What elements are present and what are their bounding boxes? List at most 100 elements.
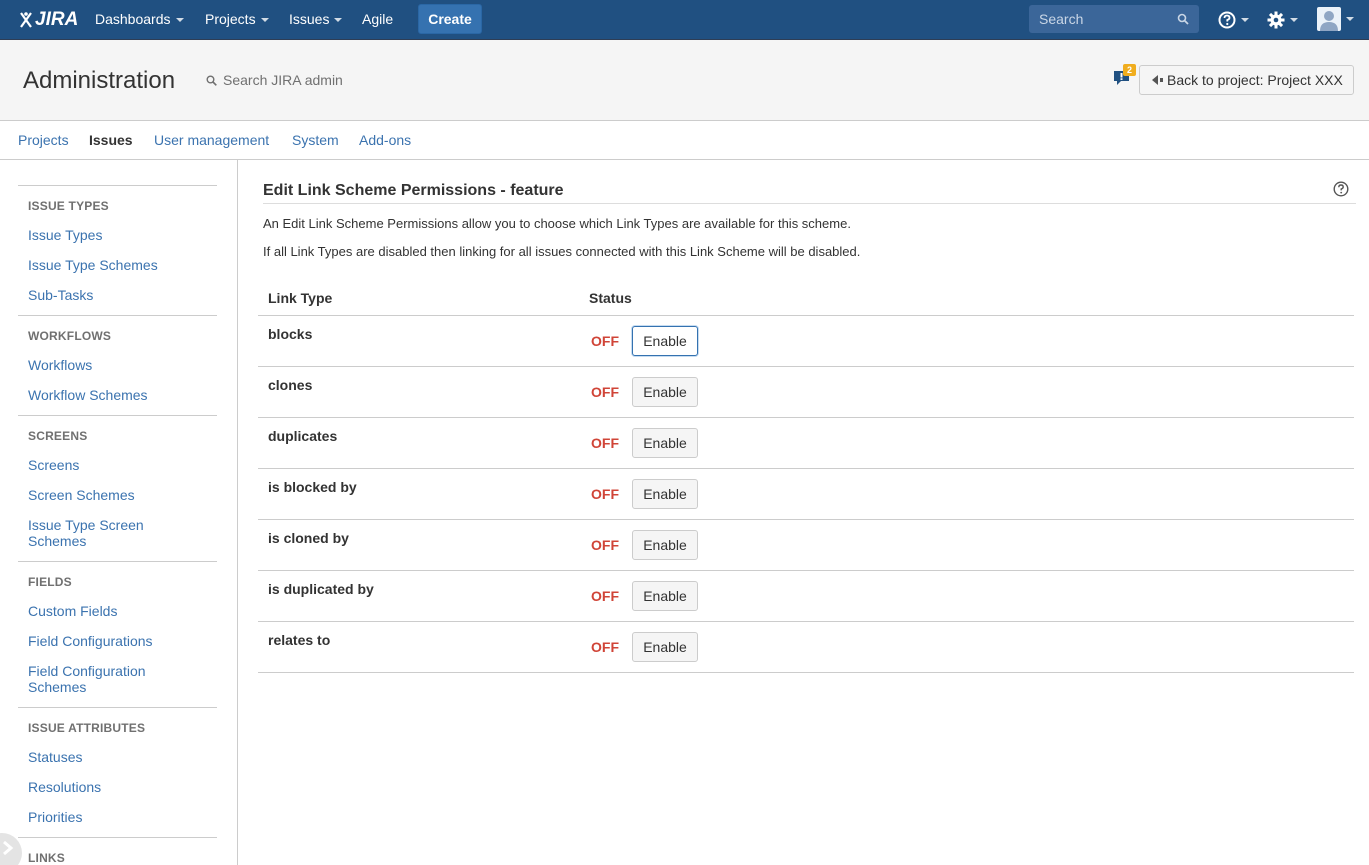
column-header-link-type: Link Type <box>268 290 333 306</box>
arrow-left-tail <box>1160 78 1163 82</box>
admin-menu[interactable] <box>1267 9 1298 31</box>
admin-header: Administration Search JIRA admin 2 Back … <box>0 40 1369 121</box>
sidebar-item-custom-fields[interactable]: Custom Fields <box>28 603 208 619</box>
table-row: relates to OFF Enable <box>258 621 1354 672</box>
top-navigation-bar: JIRA Dashboards Projects Issues Agile Cr… <box>0 0 1369 40</box>
sidebar-item-screens[interactable]: Screens <box>28 457 208 473</box>
section-title-links: LINKS <box>28 851 65 865</box>
admin-tabs: Projects Issues User management System A… <box>0 121 1369 160</box>
quick-search <box>1029 5 1199 33</box>
nav-dashboards[interactable]: Dashboards <box>95 0 184 40</box>
enable-button[interactable]: Enable <box>632 581 698 611</box>
sidebar-item-issue-types[interactable]: Issue Types <box>28 227 208 243</box>
sidebar-item-workflows[interactable]: Workflows <box>28 357 208 373</box>
gear-icon <box>1267 11 1285 29</box>
description-text-2: If all Link Types are disabled then link… <box>263 244 861 259</box>
chevron-right-icon <box>3 841 14 855</box>
create-button[interactable]: Create <box>418 4 482 34</box>
enable-button[interactable]: Enable <box>632 377 698 407</box>
arrow-left-icon <box>1152 75 1158 85</box>
status-badge: OFF <box>591 333 619 349</box>
sidebar-item-screen-schemes[interactable]: Screen Schemes <box>28 487 208 503</box>
nav-projects[interactable]: Projects <box>205 0 269 40</box>
chevron-down-icon <box>1290 18 1298 22</box>
status-badge: OFF <box>591 486 619 502</box>
nav-agile[interactable]: Agile <box>362 0 393 40</box>
sidebar-item-issue-type-screen-schemes[interactable]: Issue Type Screen Schemes <box>28 517 168 549</box>
link-type-name: blocks <box>268 326 313 342</box>
section-divider <box>18 415 217 416</box>
link-type-name: is blocked by <box>268 479 357 495</box>
link-type-name: is duplicated by <box>268 581 374 597</box>
admin-sidebar: ISSUE TYPES Issue Types Issue Type Schem… <box>0 160 238 865</box>
tab-add-ons[interactable]: Add-ons <box>359 132 411 148</box>
tab-system[interactable]: System <box>292 132 339 148</box>
nav-projects-label: Projects <box>205 11 256 27</box>
heading-divider <box>263 203 1356 204</box>
table-row: duplicates OFF Enable <box>258 417 1354 468</box>
section-heading: Edit Link Scheme Permissions - feature <box>263 182 564 199</box>
notifications-button[interactable]: 2 <box>1113 64 1137 88</box>
section-divider <box>18 837 217 838</box>
back-to-project-label: Back to project: Project XXX <box>1167 72 1343 88</box>
logo-text: JIRA <box>35 9 79 30</box>
nav-dashboards-label: Dashboards <box>95 11 171 27</box>
table-row: clones OFF Enable <box>258 366 1354 417</box>
notification-count-badge: 2 <box>1123 64 1136 76</box>
status-badge: OFF <box>591 384 619 400</box>
nav-issues-label: Issues <box>289 11 330 27</box>
section-divider <box>18 185 217 186</box>
table-row: is cloned by OFF Enable <box>258 519 1354 570</box>
nav-agile-label: Agile <box>362 11 394 27</box>
search-icon[interactable] <box>1177 13 1189 25</box>
status-badge: OFF <box>591 537 619 553</box>
jira-logo[interactable]: JIRA <box>18 8 78 32</box>
table-row: blocks OFF Enable <box>258 315 1354 366</box>
user-menu[interactable] <box>1317 6 1354 32</box>
avatar <box>1317 7 1341 31</box>
column-header-status: Status <box>589 290 632 306</box>
table-row: is duplicated by OFF Enable <box>258 570 1354 621</box>
table-bottom-border <box>258 672 1354 673</box>
search-icon <box>206 75 217 86</box>
chevron-down-icon <box>260 18 269 23</box>
enable-button[interactable]: Enable <box>632 326 698 356</box>
section-divider <box>18 707 217 708</box>
section-divider <box>18 561 217 562</box>
status-badge: OFF <box>591 588 619 604</box>
enable-button[interactable]: Enable <box>632 479 698 509</box>
sidebar-item-statuses[interactable]: Statuses <box>28 749 208 765</box>
back-to-project-button[interactable]: Back to project: Project XXX <box>1139 65 1354 95</box>
sidebar-item-workflow-schemes[interactable]: Workflow Schemes <box>28 387 208 403</box>
link-type-name: relates to <box>268 632 331 648</box>
help-menu[interactable] <box>1218 9 1249 31</box>
status-badge: OFF <box>591 435 619 451</box>
help-icon[interactable] <box>1333 181 1349 197</box>
nav-issues[interactable]: Issues <box>289 0 343 40</box>
section-title-screens: SCREENS <box>28 429 88 443</box>
status-badge: OFF <box>591 639 619 655</box>
admin-search[interactable]: Search JIRA admin <box>206 72 343 88</box>
sidebar-item-field-configuration-schemes[interactable]: Field Configuration Schemes <box>28 663 168 695</box>
sidebar-item-issue-type-schemes[interactable]: Issue Type Schemes <box>28 257 208 273</box>
quick-search-input[interactable] <box>1029 5 1179 33</box>
enable-button[interactable]: Enable <box>632 530 698 560</box>
section-title-fields: FIELDS <box>28 575 72 589</box>
tab-issues[interactable]: Issues <box>89 132 133 148</box>
sidebar-item-priorities[interactable]: Priorities <box>28 809 208 825</box>
tab-projects[interactable]: Projects <box>18 132 69 148</box>
tab-user-management[interactable]: User management <box>154 132 269 148</box>
help-icon <box>1218 11 1236 29</box>
chevron-down-icon <box>334 18 343 23</box>
enable-button[interactable]: Enable <box>632 428 698 458</box>
page-title: Administration <box>23 67 176 94</box>
table-row: is blocked by OFF Enable <box>258 468 1354 519</box>
description-text-1: An Edit Link Scheme Permissions allow yo… <box>263 216 851 231</box>
sidebar-item-sub-tasks[interactable]: Sub-Tasks <box>28 287 208 303</box>
link-type-name: is cloned by <box>268 530 349 546</box>
enable-button[interactable]: Enable <box>632 632 698 662</box>
section-title-issue-attributes: ISSUE ATTRIBUTES <box>28 721 146 735</box>
sidebar-item-field-configurations[interactable]: Field Configurations <box>28 633 208 649</box>
sidebar-item-resolutions[interactable]: Resolutions <box>28 779 208 795</box>
section-divider <box>18 315 217 316</box>
